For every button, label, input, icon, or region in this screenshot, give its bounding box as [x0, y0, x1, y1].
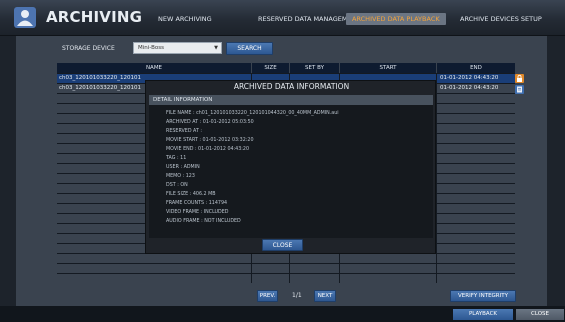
detail-information-header: DETAIL INFORMATION: [149, 95, 433, 105]
verify-integrity-button[interactable]: VERIFY INTEGRITY: [450, 290, 516, 302]
app-header: ARCHIVING NEW ARCHIVING RESERVED DATA MA…: [0, 0, 565, 36]
detail-movie-start: MOVIE START : 01-01-2012 03:32:20: [166, 138, 254, 143]
detail-information-body: FILE NAME : ch01_120101033220_1201010443…: [149, 105, 433, 238]
column-header-size[interactable]: SIZE: [252, 63, 289, 73]
close-button[interactable]: CLOSE: [516, 309, 564, 320]
detail-file-name: FILE NAME : ch01_120101033220_1201010443…: [166, 111, 339, 116]
detail-memo: MEMO : 123: [166, 174, 195, 179]
tab-archive-devices-setup[interactable]: ARCHIVE DEVICES SETUP: [460, 13, 542, 25]
detail-video-frame: VIDEO FRAME : INCLUDED: [166, 210, 229, 215]
column-header-start[interactable]: START: [340, 63, 436, 73]
detail-audio-frame: AUDIO FRAME : NOT INCLUDED: [166, 219, 241, 224]
app-title: ARCHIVING: [46, 8, 143, 26]
detail-dst: DST : ON: [166, 183, 188, 188]
row-end: 01-01-2012 04:43:20: [440, 75, 499, 81]
prev-page-button[interactable]: PREV.: [257, 290, 278, 302]
table-row[interactable]: [57, 263, 515, 273]
detail-file-size: FILE SIZE : 406.2 MB: [166, 192, 216, 197]
column-header-set-by[interactable]: SET BY: [290, 63, 339, 73]
archive-user-icon: [14, 7, 36, 28]
table-row[interactable]: [57, 253, 515, 263]
storage-device-value: Mini-Boss: [138, 45, 164, 51]
detail-user: USER : ADMIN: [166, 165, 200, 170]
chevron-down-icon: ▼: [214, 45, 218, 51]
archived-data-information-dialog: ARCHIVED DATA INFORMATION DETAIL INFORMA…: [145, 80, 436, 254]
next-page-button[interactable]: NEXT: [314, 290, 336, 302]
document-icon[interactable]: [515, 85, 524, 94]
detail-reserved-at: RESERVED AT :: [166, 129, 203, 134]
lock-icon[interactable]: [515, 74, 524, 83]
tab-archived-data-playback[interactable]: ARCHIVED DATA PLAYBACK: [346, 13, 446, 25]
detail-tag: TAG : 11: [166, 156, 187, 161]
tab-new-archiving[interactable]: NEW ARCHIVING: [158, 13, 212, 25]
column-header-end[interactable]: END: [437, 63, 515, 73]
dialog-title: ARCHIVED DATA INFORMATION: [233, 82, 350, 91]
storage-device-label: STORAGE DEVICE: [62, 45, 115, 52]
detail-archived-at: ARCHIVED AT : 01-01-2012 05:03:50: [166, 120, 254, 125]
storage-device-select[interactable]: Mini-Boss ▼: [133, 42, 222, 54]
playback-button[interactable]: PLAYBACK: [453, 309, 513, 320]
search-button[interactable]: SEARCH: [226, 42, 273, 55]
detail-movie-end: MOVIE END : 01-01-2012 04:43:20: [166, 147, 250, 152]
dialog-close-button[interactable]: CLOSE: [262, 239, 303, 251]
page-indicator: 1/1: [292, 292, 302, 299]
table-row[interactable]: [57, 273, 515, 283]
row-end: 01-01-2012 04:43:20: [440, 85, 499, 91]
column-header-name[interactable]: NAME: [57, 63, 251, 73]
detail-frame-counts: FRAME COUNTS : 114794: [166, 201, 228, 206]
